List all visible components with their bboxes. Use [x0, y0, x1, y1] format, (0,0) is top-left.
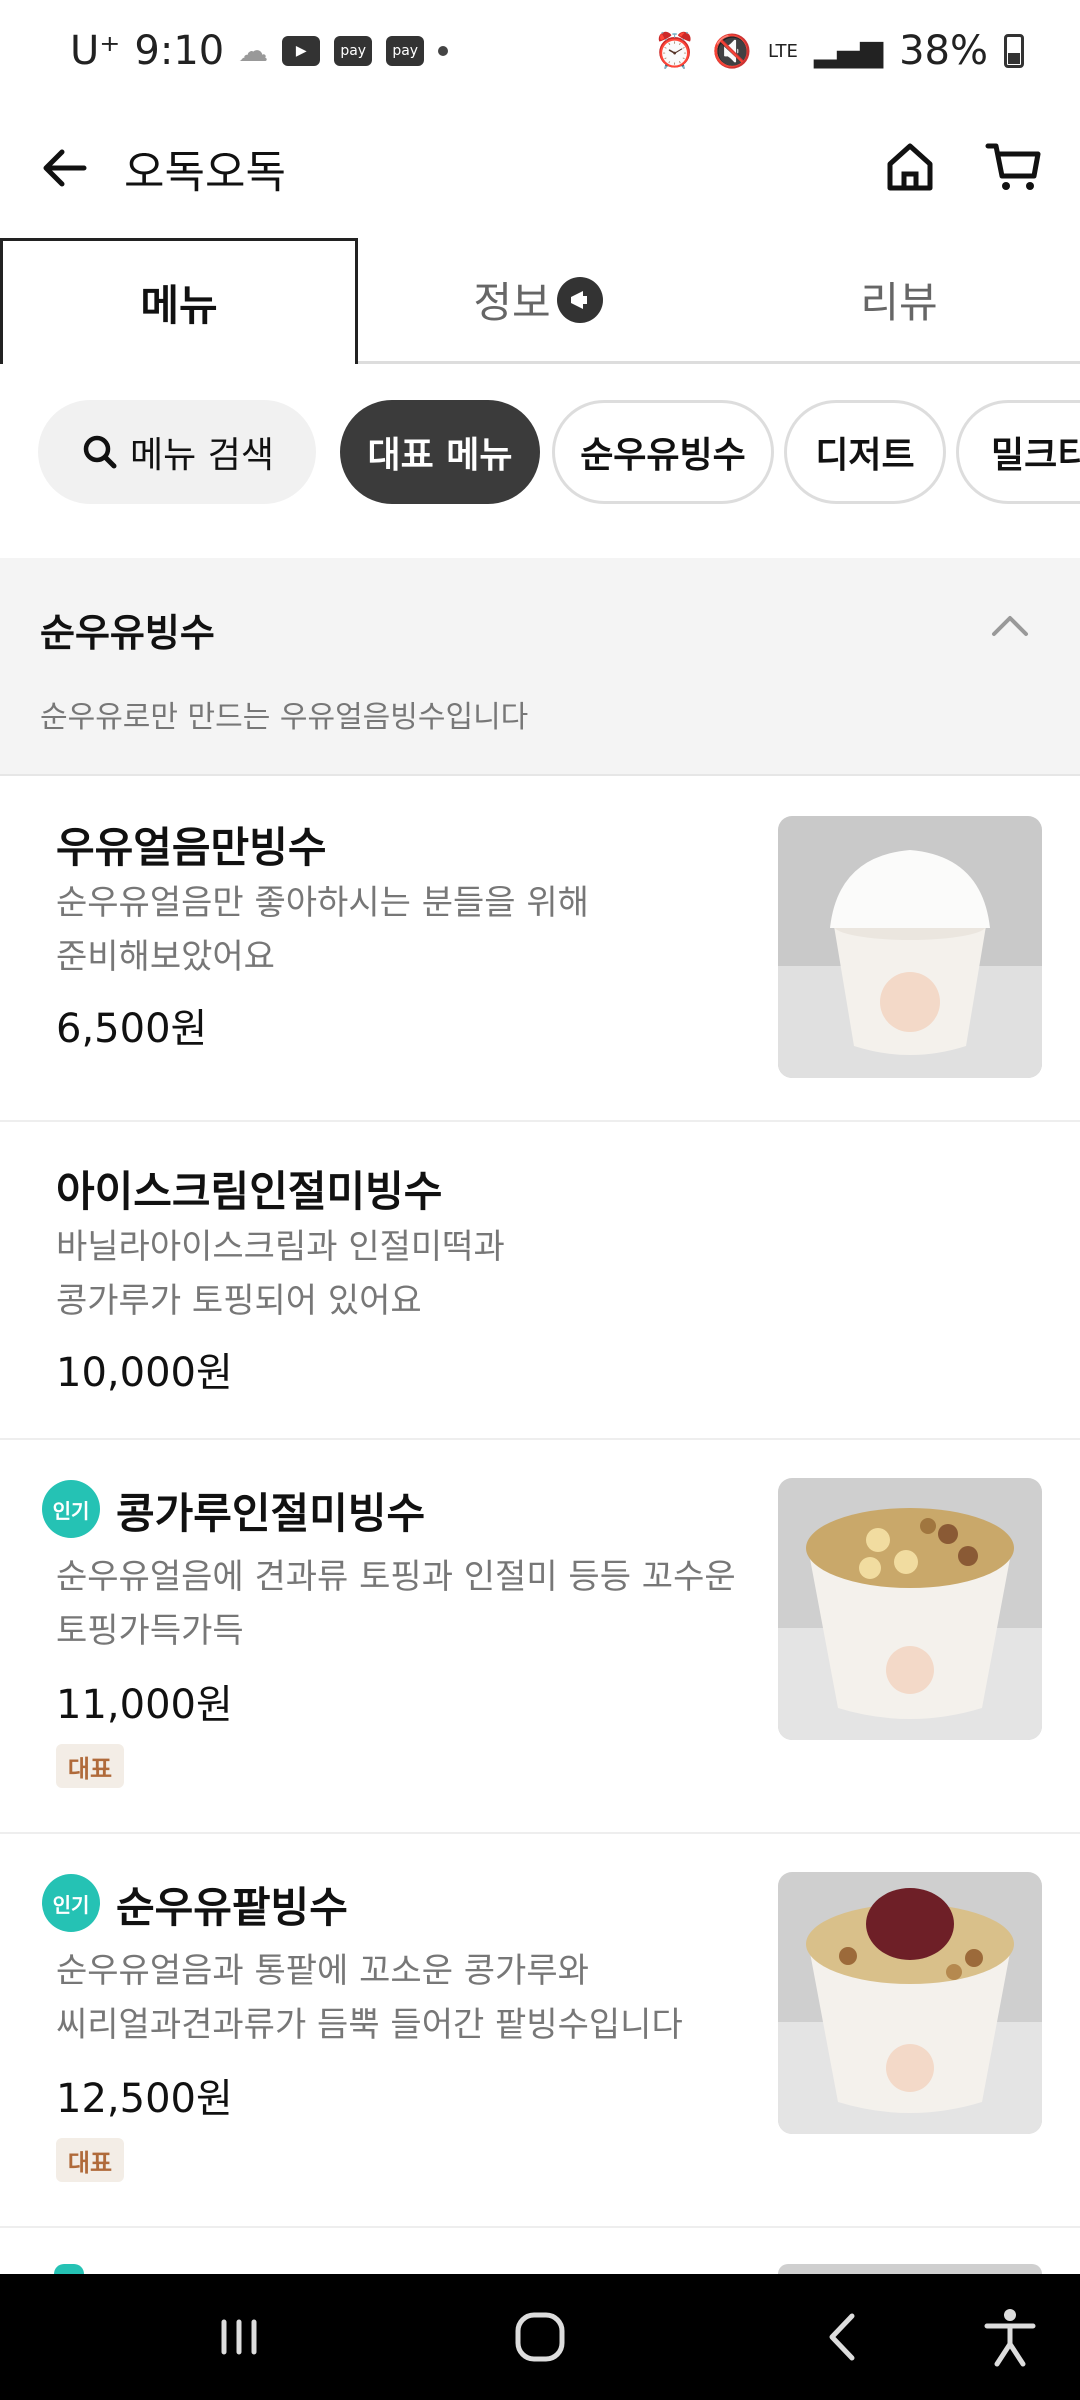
menu-item-description-line: 콩가루가 토핑되어 있어요 [56, 1281, 422, 1321]
recent-apps-icon[interactable] [204, 2304, 274, 2370]
mute-icon: 🔇 [712, 32, 752, 70]
menu-search-button[interactable]: 메뉴 검색 [38, 400, 316, 504]
battery-level: 38% [899, 28, 988, 74]
section-description: 순우유로만 만드는 우유얼음빙수입니다 [40, 700, 529, 735]
menu-item-description-line: 순우유얼음과 통팥에 꼬소운 콩가루와 [56, 1951, 589, 1991]
menu-item-name: 아이스크림인절미빙수 [56, 1167, 443, 1216]
featured-tag: 대표 [56, 1744, 124, 1788]
menu-item[interactable] [0, 2228, 1080, 2274]
menu-item[interactable]: 우유얼음만빙수 순우유얼음만 좋아하시는 분들을 위해 준비해보았어요 6,50… [0, 778, 1080, 1122]
status-left: U⁺ 9:10 ☁ ▶ pay pay [70, 28, 449, 74]
app-header: 오독오독 [0, 110, 1080, 230]
chevron-up-icon[interactable] [986, 602, 1034, 650]
clock: 9:10 [134, 28, 225, 74]
pay-app-icon: pay [386, 36, 425, 66]
category-chips: 메뉴 검색 대표 메뉴 순우유빙수 디저트 밀크티 [0, 400, 1080, 510]
section-title: 순우유빙수 [40, 611, 215, 655]
status-notification-icon: ☁ [238, 33, 269, 69]
accessibility-icon[interactable] [975, 2304, 1045, 2370]
network-type-label: LTE [767, 40, 798, 62]
menu-item-description: 바닐라아이스크림과 인절미떡과 콩가루가 토핑되어 있어요 [56, 1220, 505, 1328]
popular-badge: 인기 [42, 1480, 100, 1538]
tab-info-label: 정보 [473, 278, 551, 327]
pay-app-icon: pay [334, 36, 373, 66]
youtube-icon: ▶ [282, 36, 321, 66]
menu-item-price: 10,000원 [56, 1350, 233, 1396]
search-icon [83, 435, 117, 469]
home-icon[interactable] [878, 134, 942, 198]
menu-item-photo [778, 2264, 1042, 2274]
section-header[interactable]: 순우유빙수 순우유로만 만드는 우유얼음빙수입니다 [0, 558, 1080, 776]
menu-item-name: 순우유팥빙수 [116, 1883, 348, 1932]
alarm-icon: ⏰ [653, 31, 697, 71]
menu-item-photo [778, 1872, 1042, 2134]
tab-bar: 메뉴 정보 리뷰 [0, 238, 1080, 364]
menu-item-description: 순우유얼음에 견과류 토핑과 인절미 등등 꼬수운 토핑가득가득 [56, 1550, 736, 1658]
menu-item-price: 11,000원 [56, 1682, 233, 1728]
menu-item-description: 순우유얼음만 좋아하시는 분들을 위해 준비해보았어요 [56, 876, 589, 984]
menu-item-price: 6,500원 [56, 1006, 208, 1052]
tab-menu-label: 메뉴 [140, 281, 218, 330]
chip-dessert[interactable]: 디저트 [784, 400, 946, 504]
menu-item-description-line: 바닐라아이스크림과 인절미떡과 [56, 1227, 505, 1267]
status-bar: U⁺ 9:10 ☁ ▶ pay pay ⏰ 🔇 LTE ▂▄▆ 38% [0, 0, 1080, 110]
popular-badge: 인기 [42, 1874, 100, 1932]
menu-item[interactable]: 아이스크림인절미빙수 바닐라아이스크림과 인절미떡과 콩가루가 토핑되어 있어요… [0, 1122, 1080, 1440]
menu-item-photo [778, 816, 1042, 1078]
tab-info[interactable]: 정보 [358, 238, 718, 364]
menu-item-name: 콩가루인절미빙수 [116, 1489, 426, 1538]
menu-item-description-line: 토핑가득가득 [56, 1611, 244, 1651]
menu-item-description-line: 준비해보았어요 [56, 937, 275, 977]
battery-icon [1004, 34, 1024, 68]
status-right: ⏰ 🔇 LTE ▂▄▆ 38% [654, 28, 1024, 74]
featured-tag: 대표 [56, 2138, 124, 2182]
menu-item-photo [778, 1478, 1042, 1740]
menu-item-name: 우유얼음만빙수 [56, 823, 327, 872]
menu-search-label: 메뉴 검색 [130, 435, 274, 476]
home-nav-icon[interactable] [505, 2304, 575, 2370]
popular-badge [54, 2264, 84, 2274]
signal-icon: ▂▄▆ [813, 33, 884, 69]
tab-review[interactable]: 리뷰 [718, 238, 1080, 364]
chip-milk-bingsu[interactable]: 순우유빙수 [552, 400, 774, 504]
carrier-label: U⁺ [70, 28, 121, 74]
menu-item-description-line: 씨리얼과견과류가 듬뿍 들어간 팥빙수입니다 [56, 2005, 683, 2045]
more-notifications-dot [438, 46, 449, 56]
tab-review-label: 리뷰 [860, 278, 938, 327]
cart-icon[interactable] [982, 134, 1046, 198]
menu-item-description-line: 순우유얼음만 좋아하시는 분들을 위해 [56, 883, 589, 923]
page-title: 오독오독 [124, 147, 286, 198]
chip-featured-menu[interactable]: 대표 메뉴 [340, 400, 540, 504]
menu-item[interactable]: 인기 순우유팥빙수 순우유얼음과 통팥에 꼬소운 콩가루와 씨리얼과견과류가 듬… [0, 1834, 1080, 2228]
back-arrow-icon[interactable] [36, 138, 96, 198]
back-nav-icon[interactable] [808, 2304, 878, 2370]
menu-item-price: 12,500원 [56, 2076, 233, 2122]
chip-milk-tea[interactable]: 밀크티 [956, 400, 1080, 504]
menu-item[interactable]: 인기 콩가루인절미빙수 순우유얼음에 견과류 토핑과 인절미 등등 꼬수운 토핑… [0, 1440, 1080, 1834]
tab-menu[interactable]: 메뉴 [0, 238, 358, 364]
menu-item-description-line: 순우유얼음에 견과류 토핑과 인절미 등등 꼬수운 [56, 1557, 736, 1597]
menu-item-description: 순우유얼음과 통팥에 꼬소운 콩가루와 씨리얼과견과류가 듬뿍 들어간 팥빙수입… [56, 1944, 683, 2052]
megaphone-icon [556, 276, 603, 323]
system-navigation-bar [0, 2274, 1080, 2400]
